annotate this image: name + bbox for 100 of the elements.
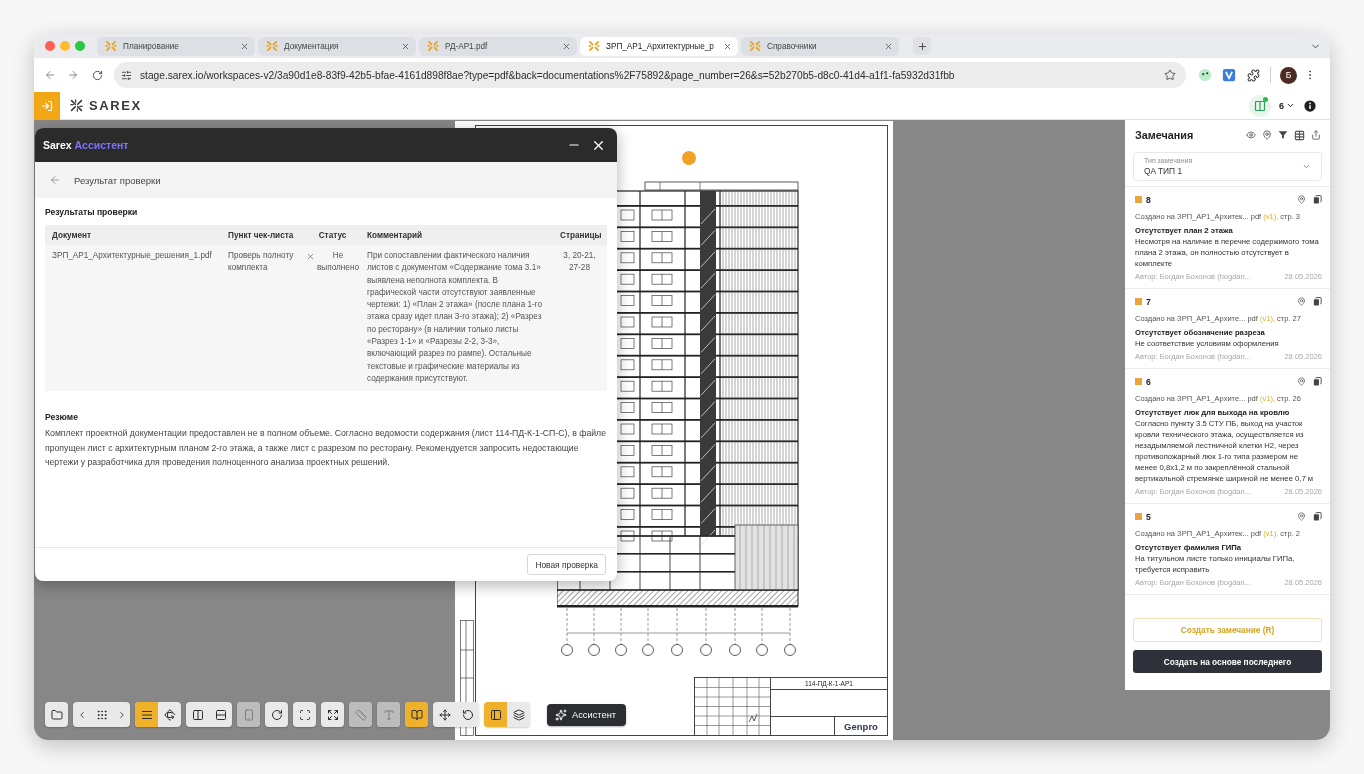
tab-close-button[interactable] (562, 41, 571, 51)
v-extension-icon (1222, 68, 1236, 82)
tab-close-button[interactable] (723, 41, 732, 51)
plus-icon (916, 40, 928, 52)
table-view-button[interactable] (1294, 129, 1305, 141)
table-cell-text: Проверь полноту комплекта (227, 250, 295, 275)
star-icon (1164, 69, 1176, 81)
copy-icon (1313, 377, 1322, 386)
bookmark-button[interactable] (1164, 69, 1176, 81)
close-icon (562, 41, 571, 51)
locate-button[interactable] (1297, 512, 1306, 521)
forward-icon (67, 69, 79, 81)
visibility-button[interactable] (1246, 130, 1256, 140)
filter-button[interactable] (1278, 130, 1288, 140)
remark-number: 7 (1146, 296, 1151, 307)
locate-button[interactable] (1297, 297, 1306, 306)
locate-button[interactable] (1297, 195, 1306, 204)
star-logo-icon (427, 40, 439, 52)
remark-marker-icon (1135, 378, 1142, 385)
export-icon (1311, 130, 1321, 140)
copy-icon (1313, 297, 1322, 306)
copy-button[interactable] (1313, 195, 1322, 204)
column-header: Пункт чек-листа (227, 230, 295, 240)
book-button[interactable] (405, 702, 428, 727)
info-icon (1304, 99, 1316, 112)
tab-close-button[interactable] (401, 41, 410, 51)
copy-button[interactable] (1313, 377, 1322, 386)
undo-icon (461, 708, 474, 721)
browser-tab[interactable]: Документация (258, 36, 416, 56)
book-icon (410, 708, 423, 721)
caret-icon (1302, 162, 1311, 171)
sparkle-icon (555, 708, 567, 721)
section-heading: Резюме (45, 412, 79, 423)
new-check-button[interactable]: Новая проверка (527, 554, 606, 575)
close-icon (401, 41, 410, 51)
table-icon (1294, 129, 1305, 141)
new-tab-button[interactable] (913, 37, 931, 55)
info-button[interactable] (1304, 99, 1316, 112)
assistant-name: Ассистент (74, 139, 129, 151)
profile-avatar[interactable]: Б (1280, 66, 1297, 84)
reload-icon (92, 69, 103, 81)
close-icon (723, 41, 732, 51)
create-from-last-button[interactable]: Создать на основе последнего (1133, 650, 1322, 673)
extensions-button[interactable] (1247, 68, 1260, 82)
address-bar[interactable]: stage.sarex.io/workspaces-v2/3a90d1e8-83f9-42b5-bfae-4161d898f8ae?type=pdf&back=documentations%2F75892&page_number=26&s=52b270b5-d8c0-41d4-a1f1-fa5932d31fbb (114, 62, 1186, 88)
table-cell-text: При сопоставлении фактического наличия листов с документом «Содержание тома 3.1» выявлена неполнота комплекта. В графической части отсутствуют заявленные чертежи: 1) «План 2 этажа» (после плана 1-го этажа сразу идет план 3-го этажа); 2) «Разрез по ресторану» (в наличии только листы «Разрез 1-1» и «Разрезы 2-2, 3-3», включающий разрез по рампе). Остальные текстовые и графические материалы из содержания присутствуют. (366, 250, 544, 385)
window-close-control[interactable] (45, 41, 55, 51)
extension-button[interactable] (1222, 68, 1236, 82)
browser-tab[interactable]: ЗРП_АР1_Архитектурные_р (580, 36, 738, 56)
corners-icon (298, 708, 311, 721)
remark-number: 5 (1146, 511, 1151, 522)
panel-icon (489, 708, 502, 721)
close-icon (884, 41, 893, 51)
version-dropdown[interactable]: 6 (1279, 100, 1295, 111)
star-logo-icon (749, 40, 761, 52)
reload-button[interactable] (92, 69, 103, 81)
column-header: Статус (317, 230, 348, 240)
columns-icon (191, 708, 204, 721)
back-icon (44, 69, 56, 81)
status-text: Не выполнено (317, 250, 359, 275)
filter-icon (1278, 130, 1288, 140)
copy-button[interactable] (1313, 512, 1322, 521)
copy-button[interactable] (1313, 297, 1322, 306)
copy-icon (1313, 195, 1322, 204)
tab-close-button[interactable] (884, 41, 893, 51)
ruler-icon (354, 708, 367, 721)
export-button[interactable] (1311, 130, 1321, 140)
list-icon (140, 708, 153, 721)
brand-name: SAREX (89, 98, 142, 113)
remark-marker-icon (1135, 298, 1142, 305)
text-icon (382, 708, 395, 721)
browser-tab[interactable]: РД-АР1.pdf (419, 36, 577, 56)
site-settings-icon[interactable] (121, 69, 132, 81)
phone-icon (242, 708, 255, 721)
login-icon (41, 99, 53, 112)
logo-icon (70, 99, 83, 112)
list-button[interactable] (135, 702, 158, 727)
pin-icon (1262, 130, 1272, 140)
folder-icon (50, 708, 63, 721)
compare-button[interactable] (1249, 94, 1271, 117)
remark-marker-icon (1135, 196, 1142, 203)
note-marker-icon[interactable] (682, 151, 696, 165)
panel-button[interactable] (484, 702, 507, 727)
cross-icon (306, 252, 315, 261)
locate-button[interactable] (1297, 377, 1306, 386)
browser-tab[interactable]: Справочники (741, 36, 899, 56)
tab-close-button[interactable] (240, 41, 249, 51)
split-page-icon (1254, 99, 1266, 112)
close-icon (240, 41, 249, 51)
status-dot-icon (1263, 96, 1268, 102)
rotate-icon (270, 708, 283, 721)
copy-icon (1313, 512, 1322, 521)
assistant-button[interactable]: Ассистент (547, 703, 627, 726)
extension-button[interactable] (1198, 68, 1212, 82)
move-icon (438, 708, 451, 721)
puzzle-icon (1247, 68, 1260, 82)
assistant-brand: Sarex (43, 139, 72, 151)
pin-button[interactable] (1262, 130, 1272, 140)
table-cell-text: 3, 20-21, 27-28 (562, 250, 597, 275)
browser-tab[interactable]: Планирование (97, 36, 255, 56)
